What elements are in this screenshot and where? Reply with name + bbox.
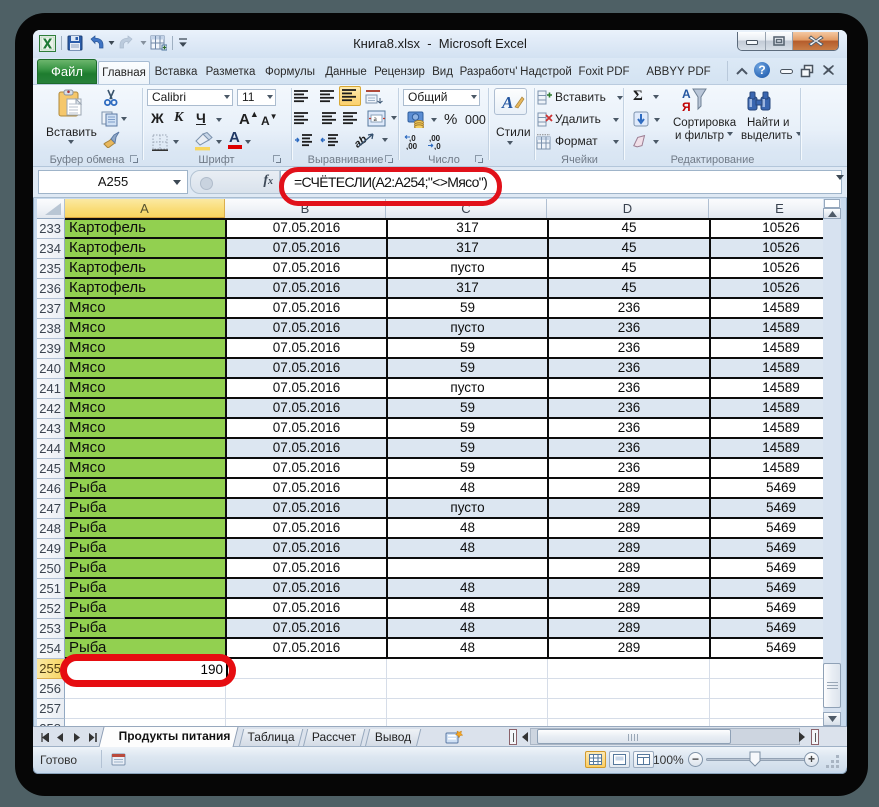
- svg-text:Я: Я: [682, 100, 691, 114]
- svg-text:A: A: [501, 93, 513, 112]
- svg-text:,0: ,0: [434, 142, 441, 150]
- svg-text:ab: ab: [353, 133, 370, 150]
- svg-text:А: А: [682, 87, 691, 101]
- svg-text:,00: ,00: [406, 142, 418, 150]
